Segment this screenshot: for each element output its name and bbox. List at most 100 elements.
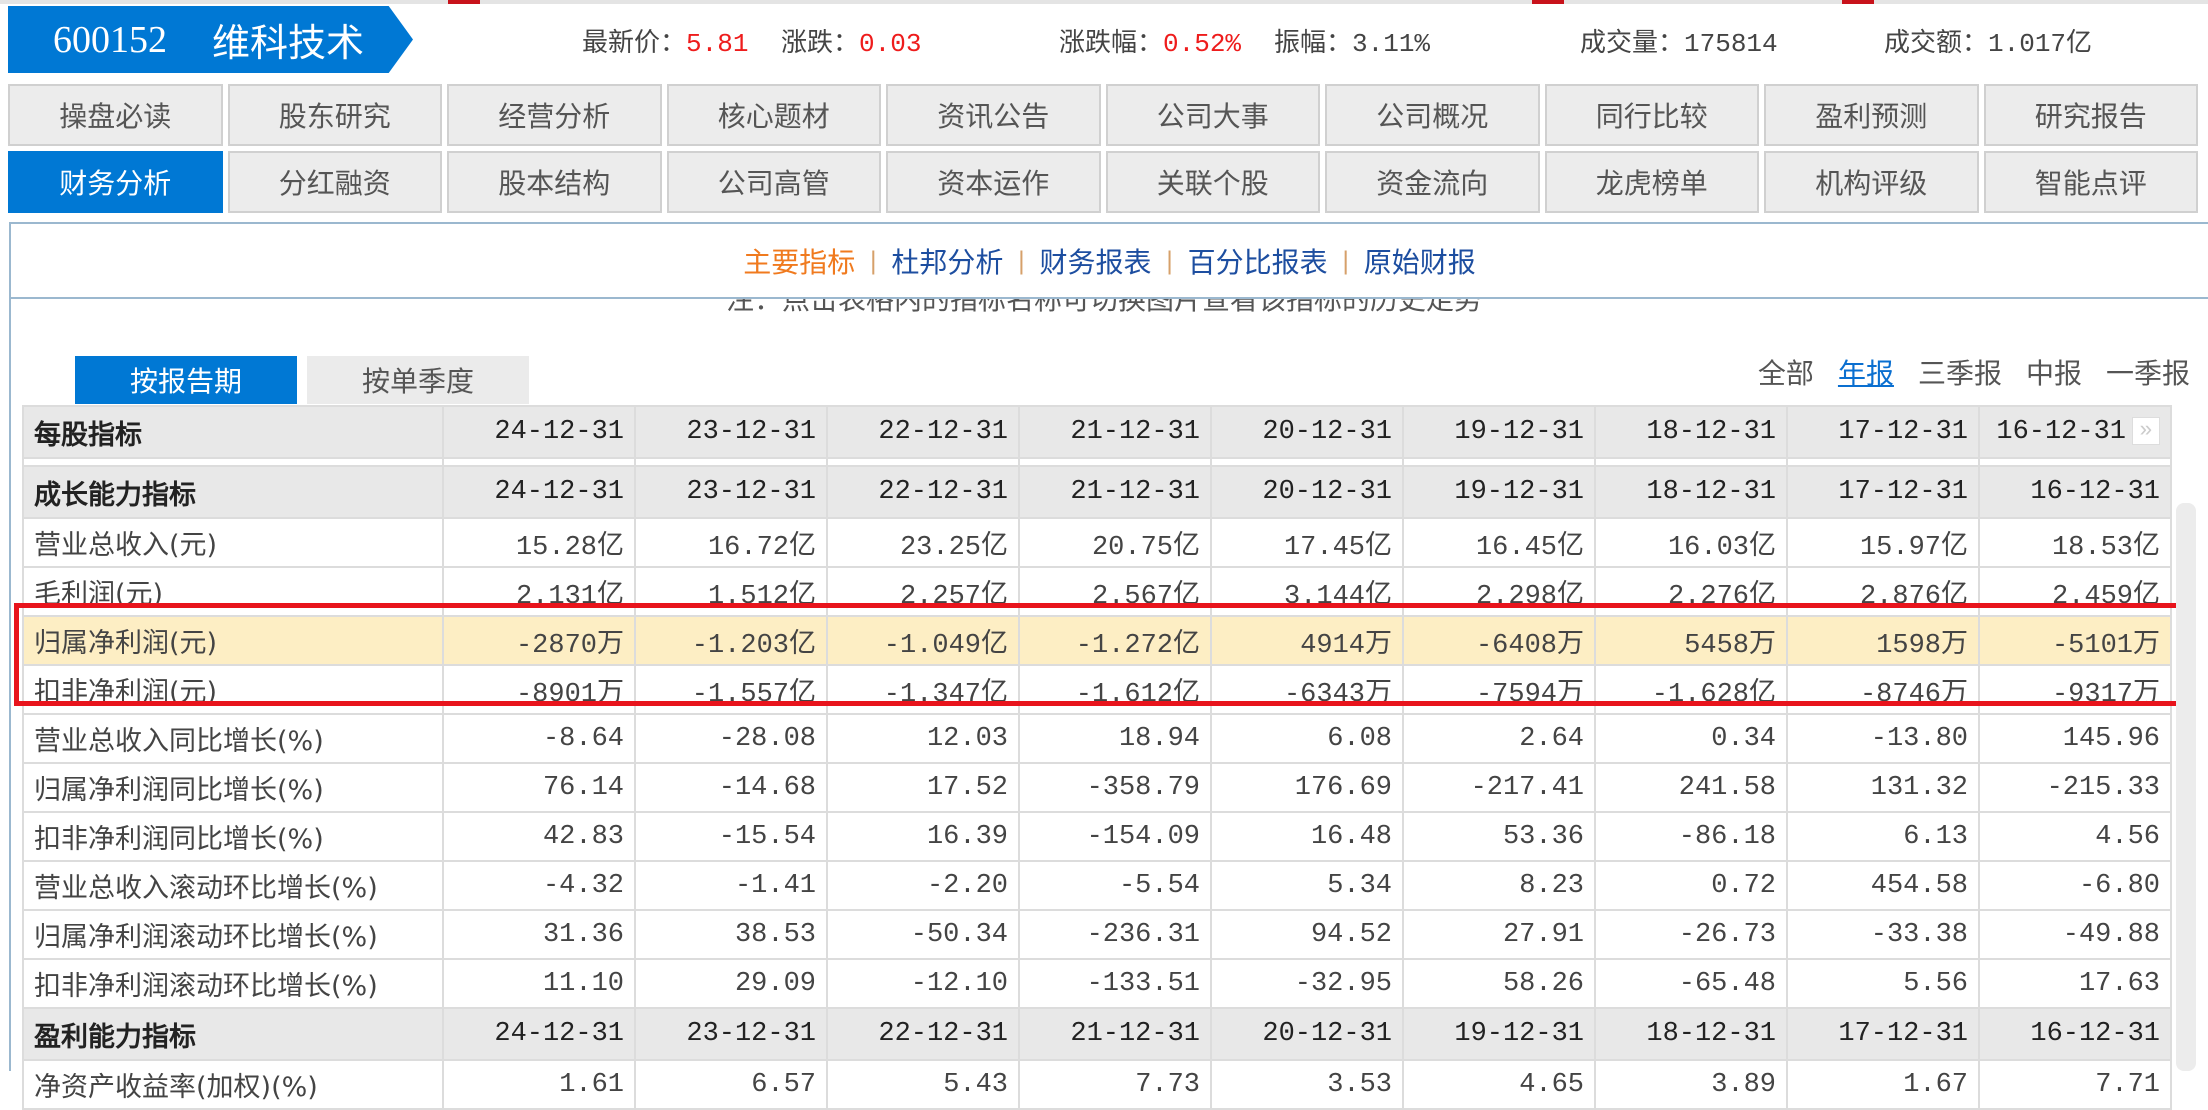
nav-row-2: 财务分析 分红融资 股本结构 公司高管 资本运作 关联个股 资金流向 龙虎榜单 机构评级 智能点评	[8, 151, 2198, 213]
quote-stat: 振幅：3.11%	[1274, 22, 1430, 59]
row-label[interactable]: 归属净利润(元)	[22, 615, 444, 666]
financial-indicators-table: 每股指标 24-12-31 23-12-31 22-12-31 21-12-31 20-1…	[22, 405, 2172, 1110]
period-header: 21-12-31	[1018, 1007, 1212, 1061]
row-label[interactable]: 毛利润(元)	[22, 566, 444, 617]
period-header: 17-12-31	[1786, 465, 1980, 519]
row-label[interactable]: 归属净利润滚动环比增长(%)	[22, 909, 444, 960]
cell-value: 454.58	[1786, 860, 1980, 911]
quote-stat: 涨跌：0.03	[781, 22, 921, 59]
row-label[interactable]: 扣非净利润同比增长(%)	[22, 811, 444, 862]
scrollbar[interactable]	[2176, 503, 2196, 1071]
stat-value: 175814	[1684, 29, 1778, 59]
sub-tab[interactable]: 财务报表	[1039, 241, 1151, 281]
row-label[interactable]: 归属净利润同比增长(%)	[22, 762, 444, 813]
period-label: 17-12-31	[1838, 1019, 1968, 1049]
cell-value: 23.25亿	[826, 517, 1020, 568]
nav-button[interactable]: 资本运作	[886, 151, 1101, 213]
table-row: 毛利润(元) 2.131亿 1.512亿 2.257亿 2.567亿 3.144亿 2.29…	[22, 566, 2172, 617]
sub-tab[interactable]: 杜邦分析	[891, 241, 1003, 281]
cell-value: -236.31	[1018, 909, 1212, 960]
nav-button[interactable]: 资讯公告	[886, 84, 1101, 146]
cell-value: -65.48	[1594, 958, 1788, 1009]
period-header: 18-12-31	[1594, 1007, 1788, 1061]
cell-value: -5.54	[1018, 860, 1212, 911]
nav-button[interactable]: 资金流向	[1325, 151, 1540, 213]
nav-button[interactable]: 同行比较	[1544, 84, 1759, 146]
stat-value: 5.81	[686, 29, 749, 59]
nav-button[interactable]: 盈利预测	[1764, 84, 1979, 146]
period-label: 22-12-31	[878, 477, 1008, 507]
period-header: 17-12-31	[1786, 1007, 1980, 1061]
stat-label: 成交额：	[1884, 29, 1989, 59]
period-link[interactable]: 一季报	[2106, 352, 2190, 392]
cell-value: 5.56	[1786, 958, 1980, 1009]
cell-value: 6.57	[634, 1059, 828, 1110]
period-header: 20-12-31	[1210, 1007, 1404, 1061]
cell-value: -33.38	[1786, 909, 1980, 960]
nav-button[interactable]: 股东研究	[227, 84, 442, 146]
nav-button[interactable]: 财务分析	[8, 151, 223, 213]
period-link[interactable]: 全部	[1758, 352, 1814, 392]
cell-value: -7594万	[1402, 664, 1596, 715]
cell-value: -1.628亿	[1594, 664, 1788, 715]
period-label: 21-12-31	[1070, 477, 1200, 507]
next-columns-icon[interactable]: »	[2132, 416, 2160, 445]
cell-value: 20.75亿	[1018, 517, 1212, 568]
nav-button[interactable]: 机构评级	[1764, 151, 1979, 213]
cell-value: 11.10	[442, 958, 636, 1009]
nav-button[interactable]: 公司大事	[1105, 84, 1320, 146]
cell-value: 2.298亿	[1402, 566, 1596, 617]
nav-button[interactable]: 研究报告	[1983, 84, 2198, 146]
nav-button[interactable]: 股本结构	[447, 151, 662, 213]
cell-value: 53.36	[1402, 811, 1596, 862]
nav-button[interactable]: 智能点评	[1983, 151, 2198, 213]
cell-value: 5458万	[1594, 615, 1788, 666]
period-label: 19-12-31	[1454, 477, 1584, 507]
cell-value: 42.83	[442, 811, 636, 862]
cell-value: -2.20	[826, 860, 1020, 911]
period-header: 23-12-31	[634, 1007, 828, 1061]
row-label[interactable]: 扣非净利润滚动环比增长(%)	[22, 958, 444, 1009]
nav-button[interactable]: 分红融资	[227, 151, 442, 213]
spacer-cell	[22, 457, 444, 467]
period-link[interactable]: 年报	[1838, 352, 1894, 392]
nav-button[interactable]: 经营分析	[447, 84, 662, 146]
period-link[interactable]: 中报	[2026, 352, 2082, 392]
row-label[interactable]: 营业总收入滚动环比增长(%)	[22, 860, 444, 911]
row-label[interactable]: 扣非净利润(元)	[22, 664, 444, 715]
period-link[interactable]: 三季报	[1918, 352, 2002, 392]
cell-value: -6408万	[1402, 615, 1596, 666]
sub-tab[interactable]: 百分比报表	[1188, 241, 1328, 281]
tab-marker	[448, 0, 480, 4]
row-label[interactable]: 营业总收入同比增长(%)	[22, 713, 444, 764]
cell-value: 18.94	[1018, 713, 1212, 764]
tab-marker	[1842, 0, 1874, 4]
period-header: 23-12-31	[634, 405, 828, 459]
cell-value: 0.34	[1594, 713, 1788, 764]
nav-button[interactable]: 操盘必读	[8, 84, 223, 146]
report-tab[interactable]: 按报告期	[75, 356, 297, 404]
cell-value: 7.73	[1018, 1059, 1212, 1110]
period-label: 16-12-31	[2030, 477, 2160, 507]
cell-value: 3.144亿	[1210, 566, 1404, 617]
cell-value: 76.14	[442, 762, 636, 813]
report-tab[interactable]: 按单季度	[307, 356, 529, 404]
sub-tab[interactable]: 主要指标	[743, 241, 855, 281]
nav-button[interactable]: 关联个股	[1105, 151, 1320, 213]
nav-button[interactable]: 公司概况	[1325, 84, 1540, 146]
period-label: 24-12-31	[494, 477, 624, 507]
nav-button[interactable]: 核心题材	[666, 84, 881, 146]
cell-value: -8.64	[442, 713, 636, 764]
nav-button[interactable]: 公司高管	[666, 151, 881, 213]
sub-tab[interactable]: 原始财报	[1364, 241, 1476, 281]
period-header: 16-12-31»	[1978, 405, 2172, 459]
row-label[interactable]: 净资产收益率(加权)(%)	[22, 1059, 444, 1110]
period-label: 22-12-31	[878, 417, 1008, 447]
cell-value: 18.53亿	[1978, 517, 2172, 568]
cell-value: -217.41	[1402, 762, 1596, 813]
cell-value: -28.08	[634, 713, 828, 764]
stat-value: 3.11%	[1352, 29, 1431, 59]
nav-button[interactable]: 龙虎榜单	[1544, 151, 1759, 213]
row-label[interactable]: 营业总收入(元)	[22, 517, 444, 568]
section-title: 盈利能力指标	[22, 1007, 444, 1061]
